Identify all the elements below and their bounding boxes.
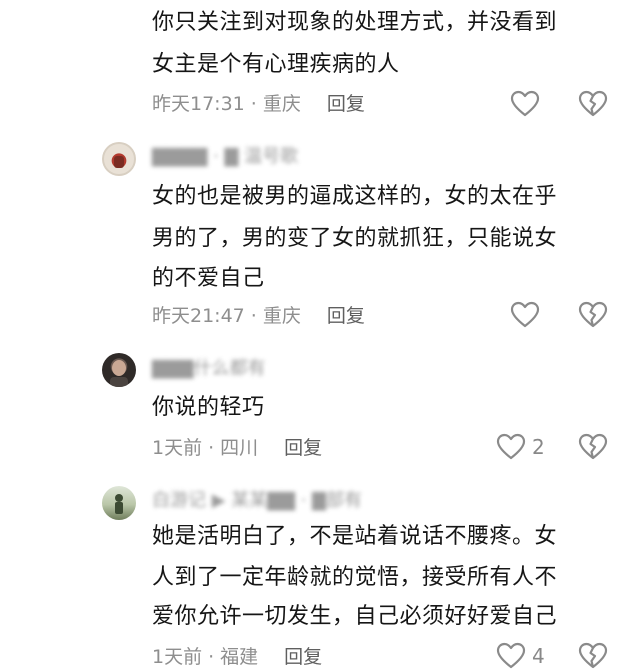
- username[interactable]: ▇▇▇什么都有: [152, 358, 266, 380]
- comment-meta: 昨天21:47 · 重庆 回复: [152, 304, 365, 328]
- comment-text-line: 人到了一定年龄就的觉悟，接受所有人不: [152, 565, 558, 590]
- dislike-button[interactable]: [578, 433, 608, 461]
- heart-icon: [510, 301, 540, 328]
- comment-time: 昨天17:31: [152, 93, 245, 115]
- dislike-button[interactable]: [578, 90, 608, 118]
- comment-meta: 1天前 · 四川 回复: [152, 436, 322, 460]
- dislike-button[interactable]: [578, 642, 608, 670]
- like-count: 2: [532, 435, 545, 459]
- broken-heart-icon: [578, 642, 608, 669]
- comment-meta: 昨天17:31 · 重庆 回复: [152, 92, 365, 116]
- username[interactable]: ▇▇▇▇ · ▇ 温号歌: [152, 146, 298, 168]
- like-button[interactable]: [510, 301, 546, 329]
- comment-text-line: 女主是个有心理疾病的人: [152, 52, 400, 77]
- reply-button[interactable]: 回复: [327, 305, 365, 327]
- comment-text-line: 男的了，男的变了女的就抓狂，只能说女: [152, 226, 558, 251]
- comment-item: ▇▇▇什么都有 你说的轻巧 1天前 · 四川 回复 2: [0, 350, 640, 470]
- like-button[interactable]: [510, 90, 546, 118]
- comment-location: 福建: [220, 646, 259, 668]
- comment-time: 1天前: [152, 646, 203, 668]
- reply-button[interactable]: 回复: [284, 646, 322, 668]
- heart-icon: [496, 642, 526, 669]
- comment-item: ▇▇▇▇ · ▇ 温号歌 女的也是被男的逼成这样的，女的太在乎 男的了，男的变了…: [0, 138, 640, 338]
- comment-location: 四川: [220, 437, 259, 459]
- broken-heart-icon: [578, 90, 608, 117]
- comment-text-line: 女的也是被男的逼成这样的，女的太在乎: [152, 184, 558, 209]
- like-button[interactable]: 4: [496, 642, 545, 670]
- comment-location: 重庆: [262, 305, 301, 327]
- broken-heart-icon: [578, 433, 608, 460]
- comment-item: 白游记 ▶ 某某▇▇ · ▇部有 她是活明白了，不是站着说话不腰疼。女 人到了一…: [0, 482, 640, 669]
- avatar[interactable]: [102, 486, 136, 520]
- dislike-button[interactable]: [578, 301, 608, 329]
- comment-text-line: 的不爱自己: [152, 266, 265, 291]
- comment-time: 1天前: [152, 437, 203, 459]
- like-button[interactable]: 2: [496, 433, 545, 461]
- comment-text-line: 爱你允许一切发生，自己必须好好爱自己: [152, 604, 558, 629]
- like-count: 4: [532, 644, 545, 668]
- avatar[interactable]: [102, 353, 136, 387]
- comment-text-line: 你说的轻巧: [152, 395, 265, 420]
- meta-separator: ·: [250, 305, 257, 327]
- reply-button[interactable]: 回复: [327, 93, 365, 115]
- comment-time: 昨天21:47: [152, 305, 245, 327]
- avatar[interactable]: [102, 142, 136, 176]
- comment-meta: 1天前 · 福建 回复: [152, 645, 322, 669]
- reply-button[interactable]: 回复: [284, 437, 322, 459]
- username[interactable]: 白游记 ▶ 某某▇▇ · ▇部有: [152, 490, 362, 512]
- meta-separator: ·: [208, 437, 215, 459]
- broken-heart-icon: [578, 301, 608, 328]
- comment-location: 重庆: [262, 93, 301, 115]
- comment-item: 你只关注到对现象的处理方式，并没看到 女主是个有心理疾病的人 昨天17:31 · 重…: [0, 0, 640, 125]
- comment-text-line: 你只关注到对现象的处理方式，并没看到: [152, 10, 558, 35]
- meta-separator: ·: [250, 93, 257, 115]
- heart-icon: [510, 90, 540, 117]
- heart-icon: [496, 433, 526, 460]
- meta-separator: ·: [208, 646, 215, 668]
- comment-text-line: 她是活明白了，不是站着说话不腰疼。女: [152, 524, 558, 549]
